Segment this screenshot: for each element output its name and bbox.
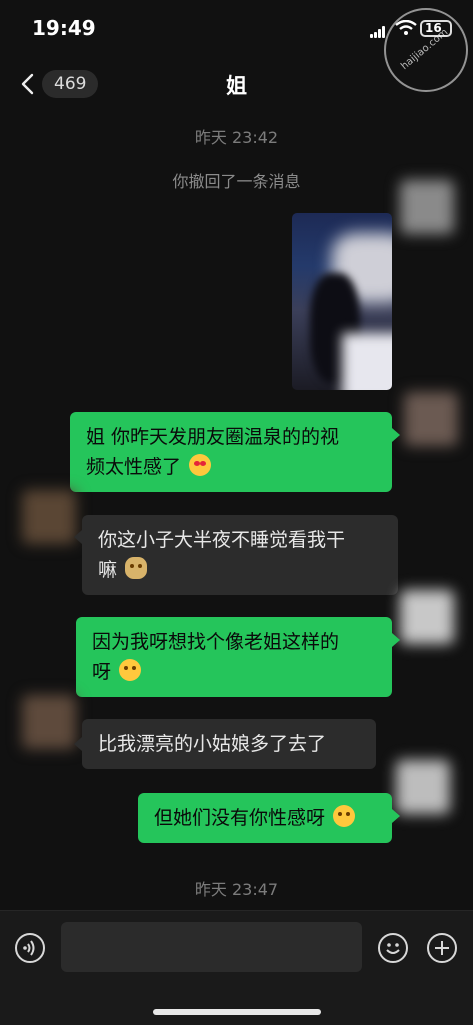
emoji-button[interactable] bbox=[378, 933, 408, 963]
message-bubble-incoming[interactable]: 比我漂亮的小姑娘多了去了 bbox=[82, 719, 376, 769]
message-input-bar bbox=[0, 910, 473, 1025]
status-bar: 19:49 16 haijiao.com bbox=[0, 0, 473, 92]
bubble-tail bbox=[74, 737, 82, 751]
chat-title: 姐 bbox=[226, 74, 247, 98]
message-bubble-outgoing[interactable]: 因为我呀想找个像老姐这样的 呀 bbox=[76, 617, 392, 697]
my-avatar[interactable] bbox=[400, 590, 454, 644]
message-text: 嘛 bbox=[98, 559, 118, 581]
cellular-signal-icon bbox=[370, 26, 386, 38]
message-text: 因为我呀想找个像老姐这样的 bbox=[92, 631, 340, 653]
status-time: 19:49 bbox=[32, 16, 96, 40]
timestamp-separator: 昨天 23:42 bbox=[194, 128, 279, 147]
timestamp-separator: 昨天 23:47 bbox=[194, 880, 279, 899]
message-text: 比我漂亮的小姑娘多了去了 bbox=[98, 733, 327, 755]
voice-icon bbox=[23, 940, 35, 956]
plus-icon bbox=[435, 941, 449, 955]
kissing-face-icon bbox=[119, 659, 142, 681]
message-text: 你这小子大半夜不睡觉看我干 bbox=[98, 529, 346, 551]
message-bubble-outgoing[interactable]: 姐 你昨天发朋友圈温泉的的视 频太性感了 bbox=[70, 412, 392, 492]
voice-input-button[interactable] bbox=[15, 933, 45, 963]
my-avatar[interactable] bbox=[396, 760, 450, 814]
bubble-tail bbox=[392, 428, 400, 442]
bubble-tail bbox=[392, 633, 400, 647]
chat-header: 469 姐 bbox=[0, 56, 473, 112]
message-text: 但她们没有你性感呀 bbox=[154, 807, 326, 829]
bear-face-icon bbox=[125, 557, 148, 579]
more-button[interactable] bbox=[427, 933, 457, 963]
bubble-tail bbox=[392, 809, 400, 823]
home-indicator bbox=[153, 1009, 321, 1015]
winking-tongue-face-icon bbox=[333, 805, 356, 827]
bubble-tail bbox=[74, 530, 82, 544]
heart-eyes-face-icon bbox=[189, 454, 212, 476]
my-avatar[interactable] bbox=[404, 392, 458, 446]
message-text: 呀 bbox=[92, 661, 112, 683]
message-text: 频太性感了 bbox=[86, 456, 182, 478]
message-text: 姐 你昨天发朋友圈温泉的的视 bbox=[86, 426, 340, 448]
message-bubble-incoming[interactable]: 你这小子大半夜不睡觉看我干 嘛 bbox=[82, 515, 398, 595]
contact-avatar[interactable] bbox=[22, 695, 76, 749]
contact-avatar[interactable] bbox=[22, 490, 76, 544]
message-bubble-outgoing[interactable]: 但她们没有你性感呀 bbox=[138, 793, 392, 843]
message-input[interactable] bbox=[61, 922, 362, 972]
smiley-icon bbox=[386, 943, 400, 954]
my-avatar[interactable] bbox=[400, 180, 454, 234]
image-message[interactable] bbox=[292, 213, 392, 390]
